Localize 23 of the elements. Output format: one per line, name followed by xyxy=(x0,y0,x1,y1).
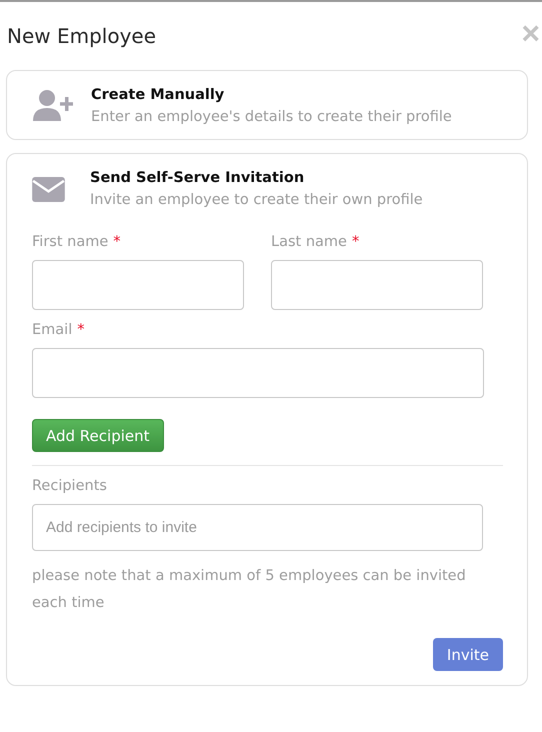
option-description: Enter an employee's details to create their profile xyxy=(91,109,452,125)
field-label: First name xyxy=(32,234,108,250)
envelope-icon xyxy=(32,176,65,202)
input-field[interactable] xyxy=(32,348,484,398)
field-label: Email xyxy=(32,322,72,338)
required-mark: * xyxy=(77,322,84,338)
option-title: Send Self-Serve Invitation xyxy=(90,170,306,186)
recipients-field[interactable]: Add recipients to invite xyxy=(32,504,483,551)
required-mark: * xyxy=(113,234,120,250)
option-title: Create Manually xyxy=(91,87,226,103)
option-description: Invite an employee to create their own profile xyxy=(90,192,423,208)
field-label: Recipients xyxy=(32,478,108,494)
required-mark: * xyxy=(352,234,360,250)
person-add-icon xyxy=(31,89,73,123)
option-card[interactable] xyxy=(6,153,528,686)
invite-button[interactable]: Invite xyxy=(432,638,503,671)
note-text: please note that a maximum of 5 employees can be invited each time xyxy=(32,567,467,613)
option-card[interactable]: Create Manually Enter an employee's details to create their profile xyxy=(6,70,528,140)
add-recipient-button[interactable]: Add Recipient xyxy=(32,419,164,452)
field-label: Last name xyxy=(271,234,347,250)
input-field[interactable] xyxy=(32,260,244,310)
dialog-title: New Employee xyxy=(7,24,156,48)
input-field[interactable] xyxy=(271,260,483,310)
